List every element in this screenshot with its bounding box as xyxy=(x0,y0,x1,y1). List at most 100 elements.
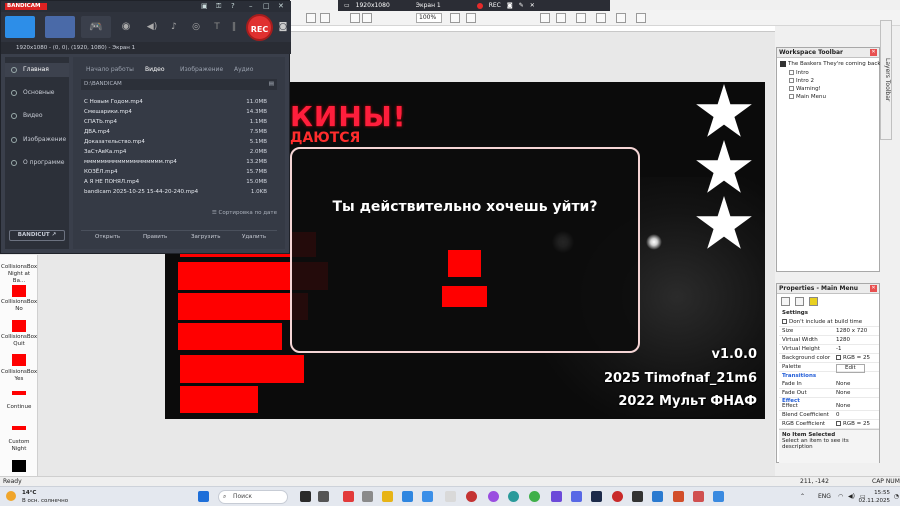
folder-icon[interactable]: ▣ xyxy=(201,2,208,10)
expand-icon[interactable] xyxy=(789,86,794,91)
start-icon[interactable] xyxy=(198,491,209,502)
checkbox-icon[interactable] xyxy=(782,319,787,324)
bandicut-button[interactable]: BANDICUT ↗ xyxy=(9,230,65,241)
speaker-icon[interactable]: ◀) xyxy=(143,16,161,38)
pause-icon[interactable]: ‖ xyxy=(227,16,241,38)
toolbar-button[interactable] xyxy=(556,13,566,23)
object-label[interactable]: Custom Night xyxy=(1,439,37,453)
weather-widget[interactable]: 14°C В осн. солнечно xyxy=(6,488,78,506)
prop-row-virtual-width[interactable]: Virtual Width 1280 xyxy=(779,336,879,345)
file-row[interactable]: bandicam 2025-10-25 15-44-20-240.mp4 1.0K… xyxy=(81,187,277,197)
expand-icon[interactable] xyxy=(789,78,794,83)
capture-rec-label[interactable]: REC xyxy=(489,2,501,9)
sidebar-item-about[interactable]: О программе xyxy=(5,156,69,170)
bell-icon[interactable]: ◔ xyxy=(894,493,899,500)
language-indicator[interactable]: ENG xyxy=(818,493,831,500)
tree-item-frame[interactable]: Intro xyxy=(789,69,809,77)
toolbar-button[interactable] xyxy=(540,13,550,23)
file-row[interactable]: ЗаСтАвКа.mp4 2.0MB xyxy=(81,147,277,157)
expand-icon[interactable] xyxy=(789,70,794,75)
text-icon[interactable]: T xyxy=(209,16,225,38)
color-swatch[interactable] xyxy=(836,355,841,360)
tree-item-frame[interactable]: Main Menu xyxy=(789,93,826,101)
layers-toolbar-tab[interactable]: Layers Toolbar xyxy=(880,20,892,140)
rec-button[interactable]: REC xyxy=(246,14,273,41)
powerpoint-icon[interactable] xyxy=(673,491,684,502)
app-icon[interactable] xyxy=(693,491,704,502)
sidebar-item-image[interactable]: Изображение xyxy=(5,133,69,147)
file-row[interactable]: СПАТЬ.mp4 1.1MB xyxy=(81,117,277,127)
prop-row-size[interactable]: Size 1280 x 720 xyxy=(779,327,879,336)
yandex-browser-icon[interactable] xyxy=(382,491,393,502)
screen-mode-button[interactable] xyxy=(5,16,35,38)
prop-row-blend[interactable]: Blend Coefficient 0 xyxy=(779,411,879,420)
cursor-icon[interactable]: ◎ xyxy=(187,16,205,38)
sort-by-date-button[interactable]: ☰ Сортировка по дате xyxy=(81,210,277,216)
app-icon[interactable] xyxy=(632,491,643,502)
color-swatch[interactable] xyxy=(836,421,841,426)
file-row[interactable]: А Я НЕ ПОНЯЛ.mp4 15.0MB xyxy=(81,177,277,187)
file-row[interactable]: С Новым Годом.mp4 11.0MB xyxy=(81,97,277,107)
upload-button[interactable]: Загрузить xyxy=(191,234,220,240)
opera-icon[interactable] xyxy=(466,491,477,502)
object-swatch[interactable] xyxy=(12,354,26,366)
close-icon[interactable]: ✕ xyxy=(530,2,535,9)
toolbar-button[interactable] xyxy=(576,13,586,23)
menu-bar[interactable] xyxy=(180,355,304,383)
toolbar-button[interactable] xyxy=(450,13,460,23)
object-label[interactable]: CollisionsBox Night at Ba... xyxy=(1,264,37,285)
open-button[interactable]: Открыть xyxy=(95,234,120,240)
prop-row-rgb[interactable]: RGB Coefficient RGB = 25 xyxy=(779,420,879,429)
key-icon[interactable]: ⚿ xyxy=(216,2,221,11)
prop-row-palette[interactable]: Palette Edit xyxy=(779,363,879,373)
close-icon[interactable]: ✕ xyxy=(870,49,877,56)
volume-icon[interactable]: ◀) xyxy=(848,493,855,500)
toolbar-button[interactable] xyxy=(362,13,372,23)
object-label[interactable]: CollisionsBox Quit xyxy=(1,334,37,348)
wifi-icon[interactable]: ◠ xyxy=(838,493,843,500)
app-icon[interactable] xyxy=(652,491,663,502)
object-swatch[interactable] xyxy=(12,320,26,332)
file-row[interactable]: ДВА.mp4 7.5MB xyxy=(81,127,277,137)
photoshop-icon[interactable] xyxy=(591,491,602,502)
file-row[interactable]: КОЗЁЛ.mp4 15.7MB xyxy=(81,167,277,177)
prop-row-virtual-height[interactable]: Virtual Height -1 xyxy=(779,345,879,354)
gamepad-icon[interactable]: 🎮 xyxy=(81,16,111,38)
tab-image[interactable]: Изображение xyxy=(180,66,223,73)
object-label[interactable]: CollisionsBox Yes xyxy=(1,369,37,383)
dont-include-checkbox[interactable]: Don't include at build time xyxy=(779,318,879,327)
maximize-icon[interactable]: □ xyxy=(263,2,270,10)
whatsapp-icon[interactable] xyxy=(529,491,540,502)
file-explorer-icon[interactable] xyxy=(402,491,413,502)
file-row[interactable]: Доказательство.mp4 5.1MB xyxy=(81,137,277,147)
zoom-select[interactable]: 100% xyxy=(416,13,442,23)
object-swatch[interactable] xyxy=(12,285,26,297)
prop-row-background-color[interactable]: Background color RGB = 25 xyxy=(779,354,879,363)
object-swatch[interactable] xyxy=(12,460,26,472)
output-folder-path[interactable]: D:\BANDICAM ▤ xyxy=(81,79,277,90)
dialog-no-box[interactable] xyxy=(442,286,487,307)
toolbar-button[interactable] xyxy=(350,13,360,23)
camera-icon[interactable]: ◙ xyxy=(276,16,290,38)
folder-icon[interactable]: ▤ xyxy=(269,79,274,90)
camera-icon[interactable]: ◙ xyxy=(507,2,513,9)
bandicam-window[interactable]: BANDICAM ▣ ⚿ ? – □ ✕ 🎮 ◉ ◀) ♪ ◎ T ‖ ◙ RE… xyxy=(0,0,291,254)
sidebar-item-video[interactable]: Видео xyxy=(5,109,69,123)
app-icon[interactable] xyxy=(445,491,456,502)
app-icon[interactable] xyxy=(551,491,562,502)
app-icon[interactable] xyxy=(422,491,433,502)
minimize-icon[interactable]: – xyxy=(249,2,253,10)
close-icon[interactable]: ✕ xyxy=(278,2,284,10)
object-label[interactable]: CollisionsBox No xyxy=(1,299,37,313)
app-icon[interactable] xyxy=(488,491,499,502)
sidebar-item-general[interactable]: Основные xyxy=(5,86,69,100)
discord-icon[interactable] xyxy=(571,491,582,502)
toolbar-button[interactable] xyxy=(616,13,626,23)
bandicam-taskbar-icon[interactable] xyxy=(612,491,623,502)
pencil-icon[interactable]: ✎ xyxy=(519,2,524,9)
task-view-icon[interactable] xyxy=(318,491,329,502)
app-icon[interactable] xyxy=(300,491,311,502)
file-row[interactable]: Смешарики.mp4 14.3MB xyxy=(81,107,277,117)
toolbar-button[interactable] xyxy=(320,13,330,23)
tree-item-frame[interactable]: Intro 2 xyxy=(789,77,814,85)
